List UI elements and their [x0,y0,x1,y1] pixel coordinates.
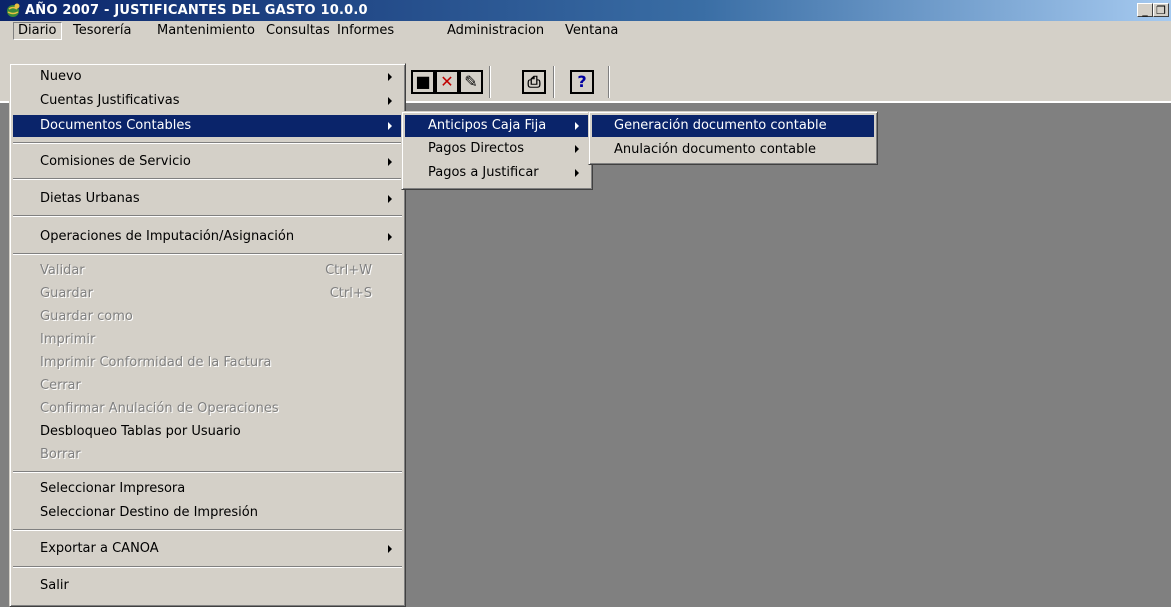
menu-item-comisiones-servicio[interactable]: Comisiones de Servicio [13,151,402,173]
menu-separator [13,471,402,473]
menu-tesoreria[interactable]: Tesorería [69,23,135,39]
menu-item-seleccionar-destino[interactable]: Seleccionar Destino de Impresión [13,502,402,524]
menu-item-anticipos-caja-fija[interactable]: Anticipos Caja Fija [405,115,589,137]
menu-informes[interactable]: Informes [333,23,398,39]
menu-separator [13,215,402,217]
diario-menu: Nuevo Cuentas Justificativas Documentos … [9,63,406,607]
menu-item-guardar-como: Guardar como [40,309,133,324]
menu-item-cuentas-justificativas[interactable]: Cuentas Justificativas [13,90,402,112]
menu-mantenimiento[interactable]: Mantenimiento [153,23,259,39]
menu-item-guardar: Guardar Ctrl+S [40,286,372,301]
menu-bar: Diario Tesorería Mantenimiento Consultas… [0,21,1171,41]
menu-item-imprimir-conformidad: Imprimir Conformidad de la Factura [40,355,272,370]
menu-item-cerrar: Cerrar [40,378,81,393]
menu-item-exportar-canoa[interactable]: Exportar a CANOA [13,538,402,560]
menu-separator [13,253,402,255]
print-icon[interactable]: ⎙ [522,70,546,94]
window-title: AÑO 2007 - JUSTIFICANTES DEL GASTO 10.0.… [25,3,368,18]
menu-item-imprimir: Imprimir [40,332,96,347]
menu-item-dietas-urbanas[interactable]: Dietas Urbanas [13,188,402,210]
help-icon[interactable]: ? [570,70,594,94]
menu-item-pagos-directos[interactable]: Pagos Directos [405,138,589,160]
menu-separator [13,178,402,180]
menu-item-validar: Validar Ctrl+W [40,263,372,278]
menu-consultas[interactable]: Consultas [262,23,334,39]
restore-button[interactable]: ❐ [1153,3,1169,17]
menu-item-salir[interactable]: Salir [13,575,402,597]
menu-separator [13,142,402,144]
save-icon[interactable]: ■ [411,70,435,94]
menu-item-documentos-contables[interactable]: Documentos Contables [13,115,402,137]
app-globe-icon [7,3,20,17]
menu-item-confirmar-anulacion: Confirmar Anulación de Operaciones [40,401,279,416]
menu-diario[interactable]: Diario [13,22,62,40]
menu-item-generacion-documento[interactable]: Generación documento contable [592,115,874,137]
minimize-button[interactable]: _ [1137,3,1153,17]
menu-item-desbloqueo-tablas[interactable]: Desbloqueo Tablas por Usuario [13,421,402,443]
menu-separator [13,566,402,568]
delete-icon[interactable]: ✕ [435,70,459,94]
title-bar: AÑO 2007 - JUSTIFICANTES DEL GASTO 10.0.… [0,0,1171,21]
menu-item-pagos-justificar[interactable]: Pagos a Justificar [405,162,589,184]
toolbar-divider [608,66,610,98]
menu-item-anulacion-documento[interactable]: Anulación documento contable [592,139,874,161]
menu-ventana[interactable]: Ventana [561,23,622,39]
menu-item-seleccionar-impresora[interactable]: Seleccionar Impresora [13,478,402,500]
menu-administracion[interactable]: Administracion [443,23,548,39]
toolbar-divider [489,66,491,98]
anticipos-caja-fija-submenu: Generación documento contable Anulación … [588,111,878,165]
menu-separator [13,529,402,531]
edit-icon[interactable]: ✎ [459,70,483,94]
menu-item-nuevo[interactable]: Nuevo [13,66,402,88]
menu-item-borrar: Borrar [40,447,81,462]
toolbar-divider [553,66,555,98]
documentos-contables-submenu: Anticipos Caja Fija Pagos Directos Pagos… [401,111,593,190]
menu-item-operaciones-imputacion[interactable]: Operaciones de Imputación/Asignación [13,226,402,248]
